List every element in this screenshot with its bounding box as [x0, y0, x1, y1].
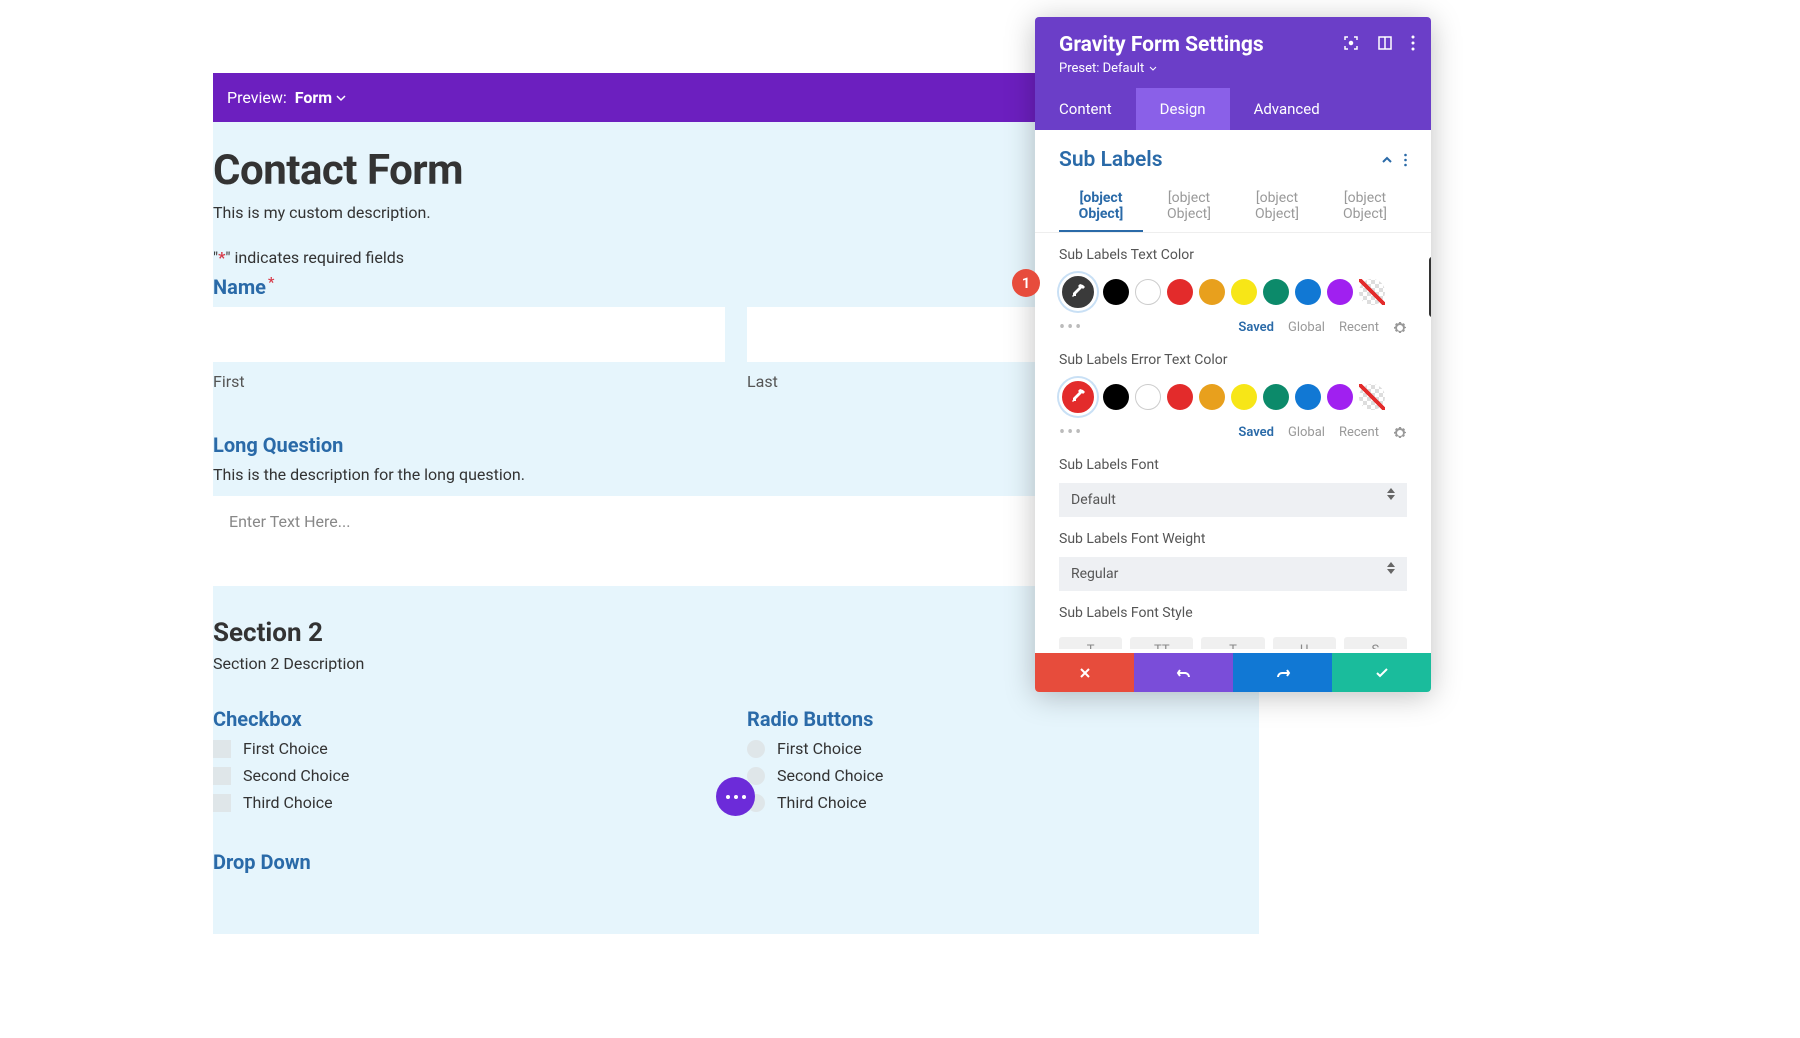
color-swatch[interactable]: [1263, 279, 1289, 305]
font-select[interactable]: Default: [1059, 483, 1407, 517]
checkbox-label: Checkbox: [213, 707, 725, 731]
dropdown-label: Drop Down: [213, 850, 1259, 874]
color-swatch[interactable]: [1295, 279, 1321, 305]
more-dots-icon[interactable]: •••: [1059, 317, 1083, 338]
radio-label: Radio Buttons: [747, 707, 1259, 731]
object-tab[interactable]: [object Object]: [1147, 182, 1231, 232]
text-color-label: Sub Labels Text Color: [1059, 247, 1407, 263]
layout-icon[interactable]: [1377, 35, 1393, 51]
font-style-pills: T TT T U S: [1035, 637, 1431, 649]
style-pill[interactable]: T: [1201, 637, 1264, 649]
global-colors-tab[interactable]: Global: [1288, 320, 1325, 335]
preview-mode-value: Form: [295, 88, 332, 107]
close-icon: [1078, 666, 1092, 680]
color-swatch[interactable]: [1295, 384, 1321, 410]
checkbox-option[interactable]: Second Choice: [213, 766, 725, 785]
checkbox-option[interactable]: First Choice: [213, 739, 725, 758]
panel-footer: [1035, 653, 1431, 692]
eyedropper-icon: [1070, 389, 1086, 405]
object-tab[interactable]: [object Object]: [1235, 182, 1319, 232]
undo-button[interactable]: [1134, 653, 1233, 692]
color-swatch[interactable]: [1199, 384, 1225, 410]
color-swatch[interactable]: [1231, 279, 1257, 305]
checkbox-icon: [213, 794, 231, 812]
redo-button[interactable]: [1233, 653, 1332, 692]
color-swatch[interactable]: [1263, 384, 1289, 410]
eyedropper-icon: [1070, 284, 1086, 300]
color-swatch[interactable]: [1167, 279, 1193, 305]
preview-mode-dropdown[interactable]: Form: [295, 88, 346, 107]
color-swatch[interactable]: [1199, 279, 1225, 305]
tab-design[interactable]: Design: [1136, 88, 1230, 130]
style-pill[interactable]: U: [1273, 637, 1336, 649]
gear-icon[interactable]: [1393, 426, 1407, 440]
fab-more-button[interactable]: [716, 777, 755, 816]
kebab-icon[interactable]: [1404, 153, 1407, 167]
object-tab[interactable]: [object Object]: [1323, 182, 1407, 232]
color-swatch[interactable]: [1231, 384, 1257, 410]
checkbox-option[interactable]: Third Choice: [213, 793, 725, 812]
settings-panel: Gravity Form Settings Preset: Default Co…: [1035, 17, 1431, 692]
panel-header: Gravity Form Settings Preset: Default: [1035, 17, 1431, 88]
step-badge: 1: [1012, 269, 1040, 297]
preset-dropdown[interactable]: Preset: Default: [1059, 61, 1411, 76]
preview-label: Preview:: [227, 88, 287, 107]
redo-icon: [1275, 665, 1291, 681]
object-tabs: [object Object] [object Object] [object …: [1035, 182, 1431, 233]
recent-colors-tab[interactable]: Recent: [1339, 320, 1379, 335]
section-header: Sub Labels: [1035, 130, 1431, 182]
radio-icon: [747, 740, 765, 758]
font-label: Sub Labels Font: [1059, 457, 1407, 473]
tab-advanced[interactable]: Advanced: [1230, 88, 1344, 130]
error-color-label: Sub Labels Error Text Color: [1059, 352, 1407, 368]
save-button[interactable]: [1332, 653, 1431, 692]
chevron-down-icon: [336, 93, 346, 103]
font-weight-select[interactable]: Regular: [1059, 557, 1407, 591]
font-style-label: Sub Labels Font Style: [1059, 605, 1407, 621]
first-name-input[interactable]: [213, 307, 725, 362]
color-swatch[interactable]: [1103, 279, 1129, 305]
chevron-up-icon[interactable]: [1380, 153, 1394, 167]
radio-icon: [747, 767, 765, 785]
style-pill[interactable]: S: [1344, 637, 1407, 649]
color-swatch[interactable]: [1103, 384, 1129, 410]
cancel-button[interactable]: [1035, 653, 1134, 692]
panel-tabs: Content Design Advanced: [1035, 88, 1431, 130]
kebab-icon[interactable]: [1411, 35, 1415, 51]
more-dots-icon[interactable]: •••: [1059, 422, 1083, 443]
checkbox-icon: [213, 767, 231, 785]
color-swatch[interactable]: [1327, 384, 1353, 410]
color-picker-button[interactable]: [1059, 273, 1097, 311]
color-swatch-none[interactable]: [1359, 279, 1385, 305]
radio-option[interactable]: Second Choice: [747, 766, 1259, 785]
focus-icon[interactable]: [1343, 35, 1359, 51]
color-swatch[interactable]: [1167, 384, 1193, 410]
checkbox-icon: [213, 740, 231, 758]
global-colors-tab[interactable]: Global: [1288, 425, 1325, 440]
tab-content[interactable]: Content: [1035, 88, 1136, 130]
color-swatch[interactable]: [1327, 279, 1353, 305]
caret-down-icon: [1149, 65, 1157, 73]
font-weight-label: Sub Labels Font Weight: [1059, 531, 1407, 547]
color-swatch[interactable]: [1135, 384, 1161, 410]
scrollbar[interactable]: [1429, 257, 1431, 317]
saved-colors-tab[interactable]: Saved: [1238, 320, 1274, 335]
section-name[interactable]: Sub Labels: [1059, 148, 1163, 172]
recent-colors-tab[interactable]: Recent: [1339, 425, 1379, 440]
check-icon: [1374, 665, 1390, 681]
object-tab[interactable]: [object Object]: [1059, 182, 1143, 232]
style-pill[interactable]: T: [1059, 637, 1122, 649]
gear-icon[interactable]: [1393, 321, 1407, 335]
first-name-sublabel: First: [213, 372, 725, 391]
undo-icon: [1176, 665, 1192, 681]
style-pill[interactable]: TT: [1130, 637, 1193, 649]
color-swatch-none[interactable]: [1359, 384, 1385, 410]
color-swatch[interactable]: [1135, 279, 1161, 305]
radio-option[interactable]: Third Choice: [747, 793, 1259, 812]
saved-colors-tab[interactable]: Saved: [1238, 425, 1274, 440]
color-picker-button[interactable]: [1059, 378, 1097, 416]
radio-option[interactable]: First Choice: [747, 739, 1259, 758]
